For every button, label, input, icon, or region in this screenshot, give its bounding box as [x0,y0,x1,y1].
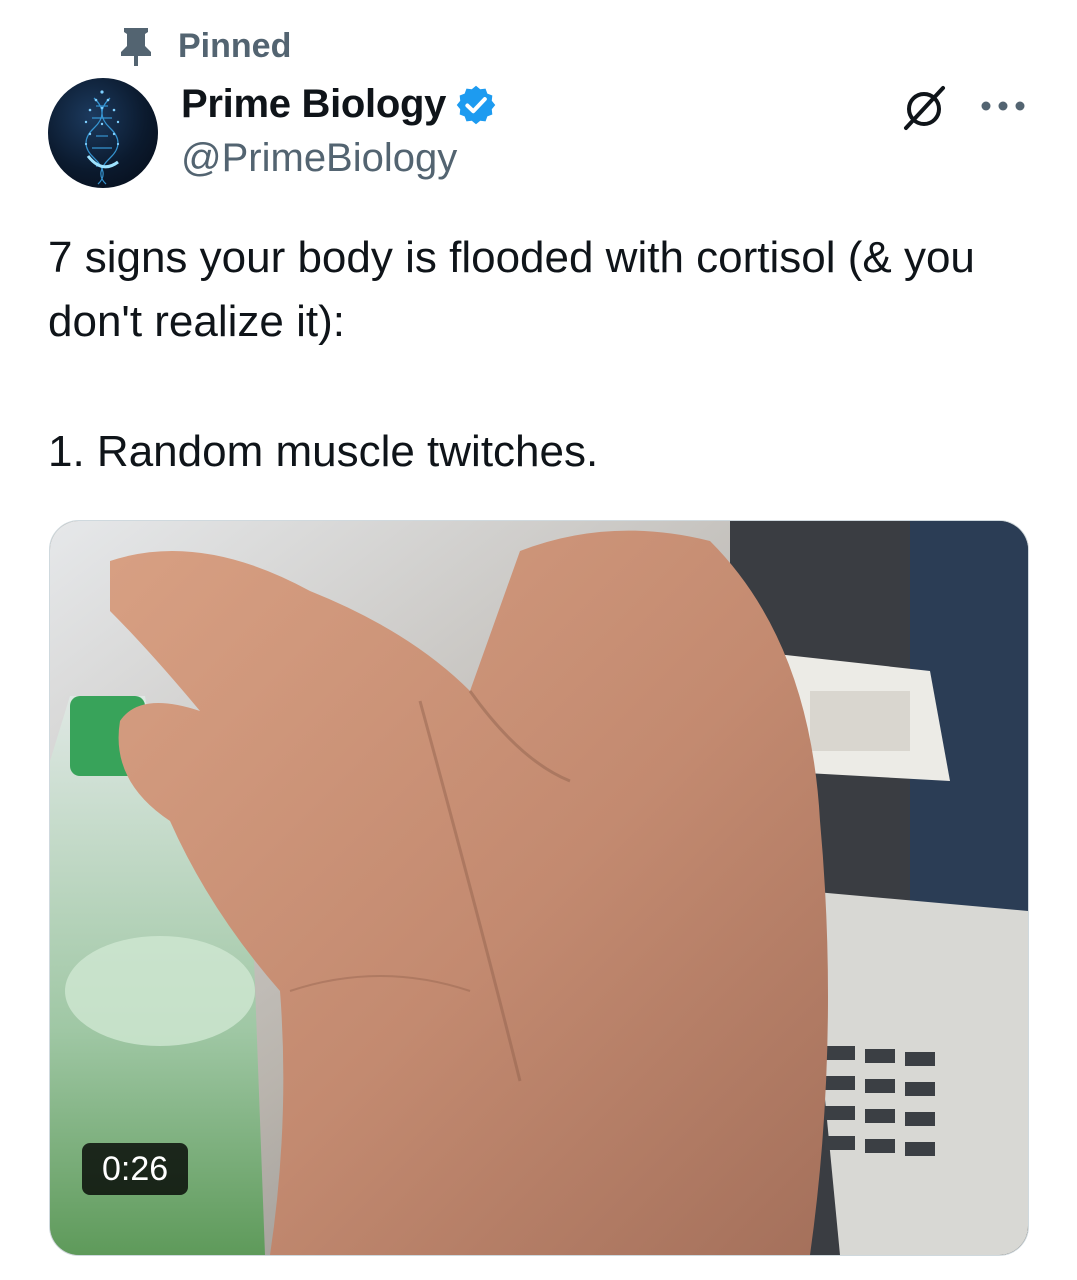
pin-icon [118,26,154,66]
video-thumbnail [50,521,1028,1255]
video-duration-badge: 0:26 [82,1143,189,1195]
account-name-row[interactable]: Prime Biology [181,82,498,127]
grok-icon[interactable] [898,82,950,134]
tweet-line-intro: 7 signs your body is flooded with cortis… [48,233,975,346]
tweet-text: 7 signs your body is flooded with cortis… [48,226,1038,484]
account-handle[interactable]: @PrimeBiology [181,136,457,181]
display-name[interactable]: Prime Biology [181,82,446,127]
tweet-line-first-sign: 1. Random muscle twitches. [48,427,599,476]
avatar[interactable] [48,78,158,188]
video-player[interactable]: 0:26 [49,520,1029,1256]
verified-badge-icon[interactable] [446,83,498,127]
pinned-indicator: Pinned [118,24,291,68]
more-options-icon[interactable] [978,84,1028,128]
pinned-label: Pinned [178,26,292,65]
